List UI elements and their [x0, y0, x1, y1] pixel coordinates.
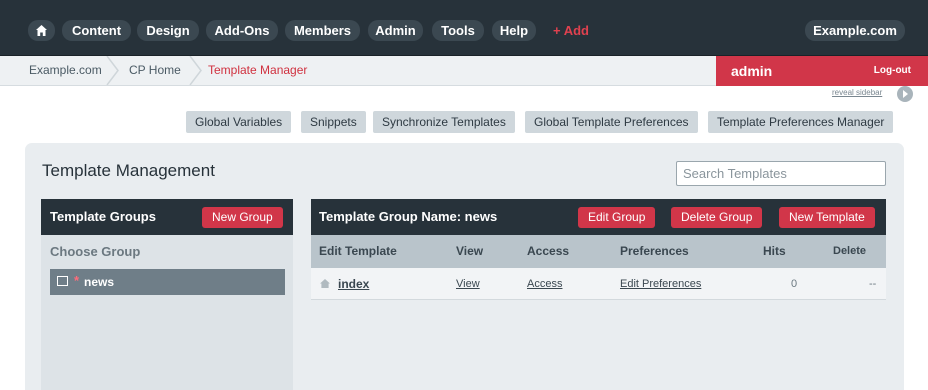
- edit-preferences-link[interactable]: Edit Preferences: [620, 268, 701, 300]
- table-row: index View Access Edit Preferences 0 --: [311, 268, 886, 300]
- view-link-text[interactable]: View: [456, 278, 480, 290]
- nav-item-design[interactable]: Design: [137, 20, 199, 41]
- access-link[interactable]: Access: [527, 268, 562, 300]
- template-group-detail: Template Group Name: news Edit Group Del…: [311, 199, 886, 390]
- breadcrumb: Example.com CP Home Template Manager: [0, 56, 716, 86]
- breadcrumb-separator-icon: [189, 56, 202, 85]
- user-bar: admin Log-out: [716, 56, 928, 86]
- group-name: news: [84, 275, 115, 289]
- global-template-preferences-button[interactable]: Global Template Preferences: [525, 111, 698, 133]
- column-view: View: [456, 244, 484, 258]
- breadcrumb-item-site[interactable]: Example.com: [29, 56, 102, 85]
- breadcrumb-item-cp-home[interactable]: CP Home: [129, 56, 181, 85]
- breadcrumb-separator-icon: [106, 56, 119, 85]
- snippets-button[interactable]: Snippets: [301, 111, 366, 133]
- home-button[interactable]: [28, 20, 55, 41]
- nav-item-add-ons[interactable]: Add-Ons: [206, 20, 278, 41]
- column-preferences: Preferences: [620, 244, 689, 258]
- table-header: Edit Template View Access Preferences Hi…: [311, 235, 886, 268]
- column-edit-template: Edit Template: [319, 244, 397, 258]
- template-preferences-manager-button[interactable]: Template Preferences Manager: [708, 111, 894, 133]
- delete-value[interactable]: --: [869, 268, 876, 300]
- template-group-title: Template Group Name: news: [319, 209, 498, 224]
- template-management-panel: Template Management Template Groups New …: [25, 143, 904, 390]
- default-group-star: *: [74, 273, 80, 288]
- nav-item-help[interactable]: Help: [492, 20, 536, 41]
- edit-preferences-link-text[interactable]: Edit Preferences: [620, 278, 701, 290]
- delete-group-button[interactable]: Delete Group: [671, 207, 763, 228]
- access-link-text[interactable]: Access: [527, 278, 562, 290]
- nav-item-admin[interactable]: Admin: [368, 20, 423, 41]
- nav-item-members[interactable]: Members: [285, 20, 360, 41]
- column-access: Access: [527, 244, 570, 258]
- template-groups-column: Template Groups New Group Choose Group *…: [41, 199, 293, 390]
- folder-icon: [57, 276, 68, 286]
- username[interactable]: admin: [731, 56, 772, 86]
- nav-item-tools[interactable]: Tools: [432, 20, 484, 41]
- new-group-button[interactable]: New Group: [202, 207, 283, 228]
- page-title: Template Management: [42, 161, 215, 180]
- nav-item-content[interactable]: Content: [62, 20, 131, 41]
- top-nav: Content Design Add-Ons Members Admin Too…: [0, 0, 928, 56]
- hits-value: 0: [791, 278, 798, 290]
- new-template-button[interactable]: New Template: [779, 207, 875, 228]
- sidebar-toggle-icon[interactable]: [897, 86, 913, 102]
- search-input[interactable]: [676, 161, 886, 186]
- site-link[interactable]: Example.com: [805, 20, 905, 41]
- breadcrumb-current: Template Manager: [208, 63, 308, 77]
- template-name-link[interactable]: index: [338, 268, 369, 300]
- choose-group-label: Choose Group: [50, 244, 141, 259]
- add-link[interactable]: + Add: [553, 20, 589, 41]
- home-icon: [36, 25, 47, 36]
- edit-group-button[interactable]: Edit Group: [578, 207, 656, 228]
- template-groups-title: Template Groups: [50, 209, 156, 224]
- reveal-sidebar-link[interactable]: reveal sidebar: [832, 88, 882, 97]
- view-link[interactable]: View: [456, 268, 480, 300]
- global-variables-button[interactable]: Global Variables: [186, 111, 292, 133]
- home-template-icon: [320, 279, 330, 288]
- column-hits: Hits: [763, 244, 786, 258]
- group-item-news[interactable]: * news: [50, 269, 285, 295]
- column-delete: Delete: [833, 245, 867, 257]
- template-groups-header: Template Groups New Group: [41, 199, 293, 235]
- logout-link[interactable]: Log-out: [874, 56, 911, 86]
- template-group-header: Template Group Name: news Edit Group Del…: [311, 199, 886, 235]
- template-name[interactable]: index: [338, 277, 369, 291]
- synchronize-templates-button[interactable]: Synchronize Templates: [373, 111, 515, 133]
